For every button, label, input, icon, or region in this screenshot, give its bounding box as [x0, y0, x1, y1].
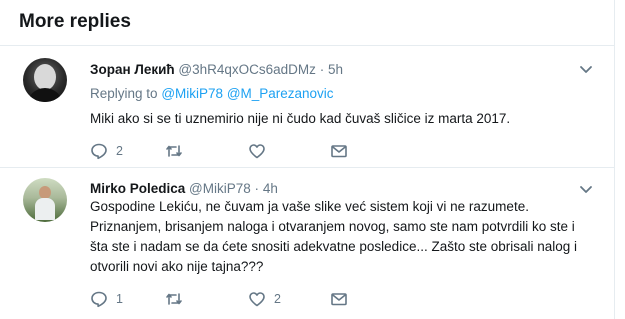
reply-count: 1 — [116, 292, 123, 306]
reply-button[interactable]: 1 — [90, 289, 123, 309]
mention-link[interactable]: @MikiP78 — [161, 86, 223, 101]
tweet[interactable]: Зоран Лекић @3hR4qxOCs6adDMz · 5h Replyi… — [0, 46, 614, 168]
heart-icon — [249, 292, 265, 307]
like-button[interactable]: 2 — [248, 289, 281, 309]
scrollbar[interactable] — [614, 0, 625, 319]
retweet-icon — [166, 145, 182, 157]
retweet-icon — [166, 293, 182, 305]
tweet-text-line: Gospodine Lekiću, ne čuvam ja vaše slike… — [90, 199, 529, 214]
avatar[interactable] — [23, 58, 67, 102]
reply-icon — [91, 291, 107, 308]
display-name[interactable]: Mirko Poledica — [90, 181, 185, 196]
tweet[interactable]: Mirko Poledica @MikiP78 · 4h Gospodine L… — [0, 168, 614, 319]
chevron-down-icon[interactable] — [579, 65, 593, 75]
replying-label: Replying to — [90, 86, 158, 101]
avatar[interactable] — [23, 178, 67, 222]
tweet-text-line: Miki ako si se ti uznemirio nije ni čudo… — [90, 111, 511, 126]
envelope-icon — [331, 293, 347, 306]
tweet-text-line: otvorili novi ako nije tajna??? — [90, 259, 264, 274]
tweet-header: Зоран Лекић @3hR4qxOCs6adDMz · 5h — [90, 62, 343, 77]
replies-header: More replies — [0, 0, 614, 46]
reply-count: 2 — [116, 144, 123, 158]
tweet-text-line: šta ste i nadam se da ćete snositi adekv… — [90, 239, 578, 254]
retweet-button[interactable] — [165, 141, 191, 161]
user-handle[interactable]: @MikiP78 — [189, 181, 251, 196]
reply-button[interactable]: 2 — [90, 141, 123, 161]
tweet-actions: 1 2 — [90, 289, 360, 309]
like-button[interactable] — [248, 141, 274, 161]
direct-message-button[interactable] — [330, 289, 348, 309]
separator: · — [319, 62, 325, 77]
heart-icon — [249, 144, 265, 159]
tweet-text-line: Priznanjem, brisanjem naloga i otvaranje… — [90, 219, 575, 234]
timestamp[interactable]: 5h — [328, 62, 343, 77]
retweet-button[interactable] — [165, 289, 191, 309]
direct-message-button[interactable] — [330, 141, 348, 161]
tweet-text: Gospodine Lekiću, ne čuvam ja vaše slike… — [90, 197, 610, 277]
reply-icon — [91, 143, 107, 160]
timestamp[interactable]: 4h — [263, 181, 278, 196]
replies-panel: More replies Зоран Лекић @3hR4qxOCs6adDM… — [0, 0, 625, 319]
envelope-icon — [331, 145, 347, 158]
replying-to: Replying to @MikiP78 @M_Parezanovic — [90, 86, 334, 101]
chevron-down-icon[interactable] — [579, 185, 593, 195]
tweet-header: Mirko Poledica @MikiP78 · 4h — [90, 181, 278, 196]
tweet-actions: 2 — [90, 141, 360, 161]
tweet-text: Miki ako si se ti uznemirio nije ni čudo… — [90, 109, 610, 129]
separator: · — [254, 181, 260, 196]
mention-link[interactable]: @M_Parezanovic — [227, 86, 334, 101]
page-title: More replies — [19, 11, 131, 32]
display-name[interactable]: Зоран Лекић — [90, 62, 175, 77]
user-handle[interactable]: @3hR4qxOCs6adDMz — [178, 62, 316, 77]
like-count: 2 — [274, 292, 281, 306]
